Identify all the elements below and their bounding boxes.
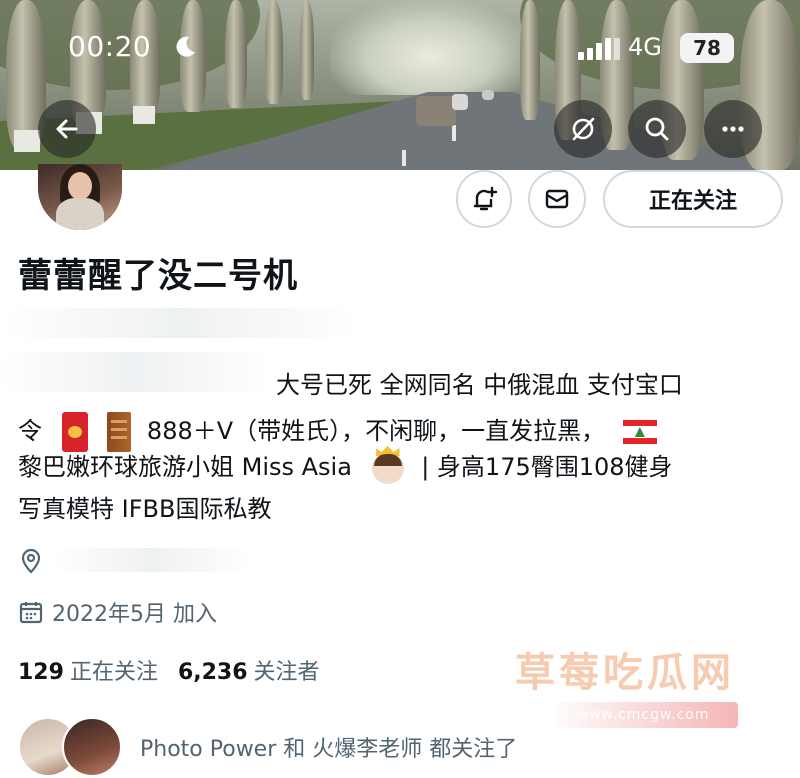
notify-button[interactable] — [456, 170, 512, 228]
calendar-icon — [19, 602, 43, 624]
status-time: 00:20 — [68, 30, 152, 63]
followers-count: 6,236 — [177, 660, 248, 685]
message-button[interactable] — [528, 170, 586, 228]
following-label: 正在关注 — [69, 660, 158, 685]
blurred-bio-start — [0, 352, 270, 392]
bio-text: | 身高175臀围108健身 — [421, 453, 673, 481]
lebanon-flag-emoji — [622, 420, 657, 444]
followers-stat[interactable]: 6,236 关注者 — [178, 654, 320, 686]
box-emoji — [107, 412, 132, 452]
bio-line-2: 令 888＋V（带姓氏），不闲聊，一直发拉黑， — [18, 412, 657, 452]
bio-line-3: 黎巴嫩环球旅游小姐 Miss Asia | 身高175臀围108健身 — [18, 452, 673, 484]
followed-by-row[interactable]: Photo Power 和 火爆李老师 都关注了 — [18, 716, 517, 778]
princess-emoji — [371, 452, 404, 484]
bio-text: 令 — [18, 417, 42, 445]
bio-text: 黎巴嫩环球旅游小姐 Miss Asia — [18, 453, 352, 481]
watermark-text: 草莓吃瓜网 — [515, 650, 735, 696]
search-icon — [645, 117, 669, 141]
location-row — [18, 546, 252, 574]
location-pin-icon — [21, 548, 41, 574]
banner-tree — [520, 0, 540, 120]
banner-tree-base — [14, 130, 40, 152]
back-button[interactable] — [38, 100, 96, 158]
network-type: 4G — [628, 33, 662, 61]
watermark-url: www.cmcgw.com — [548, 702, 738, 728]
signal-icon — [578, 36, 622, 60]
joined-date: 2022年5月 加入 — [52, 602, 217, 627]
blurred-handle — [0, 308, 360, 338]
grok-icon — [572, 117, 595, 141]
banner-tree-base — [133, 106, 155, 124]
bio-line-4: 写真模特 IFBB国际私教 — [18, 495, 272, 523]
followed-by-text: Photo Power 和 火爆李老师 都关注了 — [140, 737, 518, 762]
avatar[interactable] — [38, 164, 122, 230]
banner-sky — [330, 0, 530, 95]
banner-car — [452, 94, 468, 110]
banner-tree — [265, 0, 283, 104]
more-button[interactable] — [704, 100, 762, 158]
bell-plus-icon — [473, 186, 498, 211]
grok-button[interactable] — [554, 100, 612, 158]
joined-row: 2022年5月 加入 — [18, 596, 217, 628]
bio-line-1: 大号已死 全网同名 中俄混血 支付宝口 — [276, 371, 683, 399]
battery-level: 78 — [680, 33, 734, 63]
red-envelope-emoji — [61, 412, 88, 452]
following-count: 129 — [18, 660, 64, 685]
following-stat[interactable]: 129 正在关注 — [18, 654, 158, 686]
banner-car — [416, 96, 456, 126]
banner-tree — [225, 0, 247, 108]
banner-lane-mark — [402, 150, 406, 166]
banner-tree — [300, 0, 314, 100]
search-button[interactable] — [628, 100, 686, 158]
banner-car — [482, 90, 494, 100]
banner-lane-mark — [452, 125, 456, 141]
blurred-location — [52, 548, 252, 572]
moon-icon — [176, 36, 195, 57]
bio-text: 888＋V（带姓氏），不闲聊，一直发拉黑， — [146, 417, 606, 445]
follower-avatar — [62, 717, 122, 777]
follow-stats: 129 正在关注 6,236 关注者 — [18, 654, 320, 686]
mail-icon — [545, 189, 569, 209]
followers-label: 关注者 — [253, 660, 320, 685]
display-name: 蕾蕾醒了没二号机 — [18, 256, 298, 296]
back-arrow-icon — [56, 119, 78, 139]
more-icon — [722, 126, 744, 132]
following-button[interactable]: 正在关注 — [603, 170, 783, 228]
